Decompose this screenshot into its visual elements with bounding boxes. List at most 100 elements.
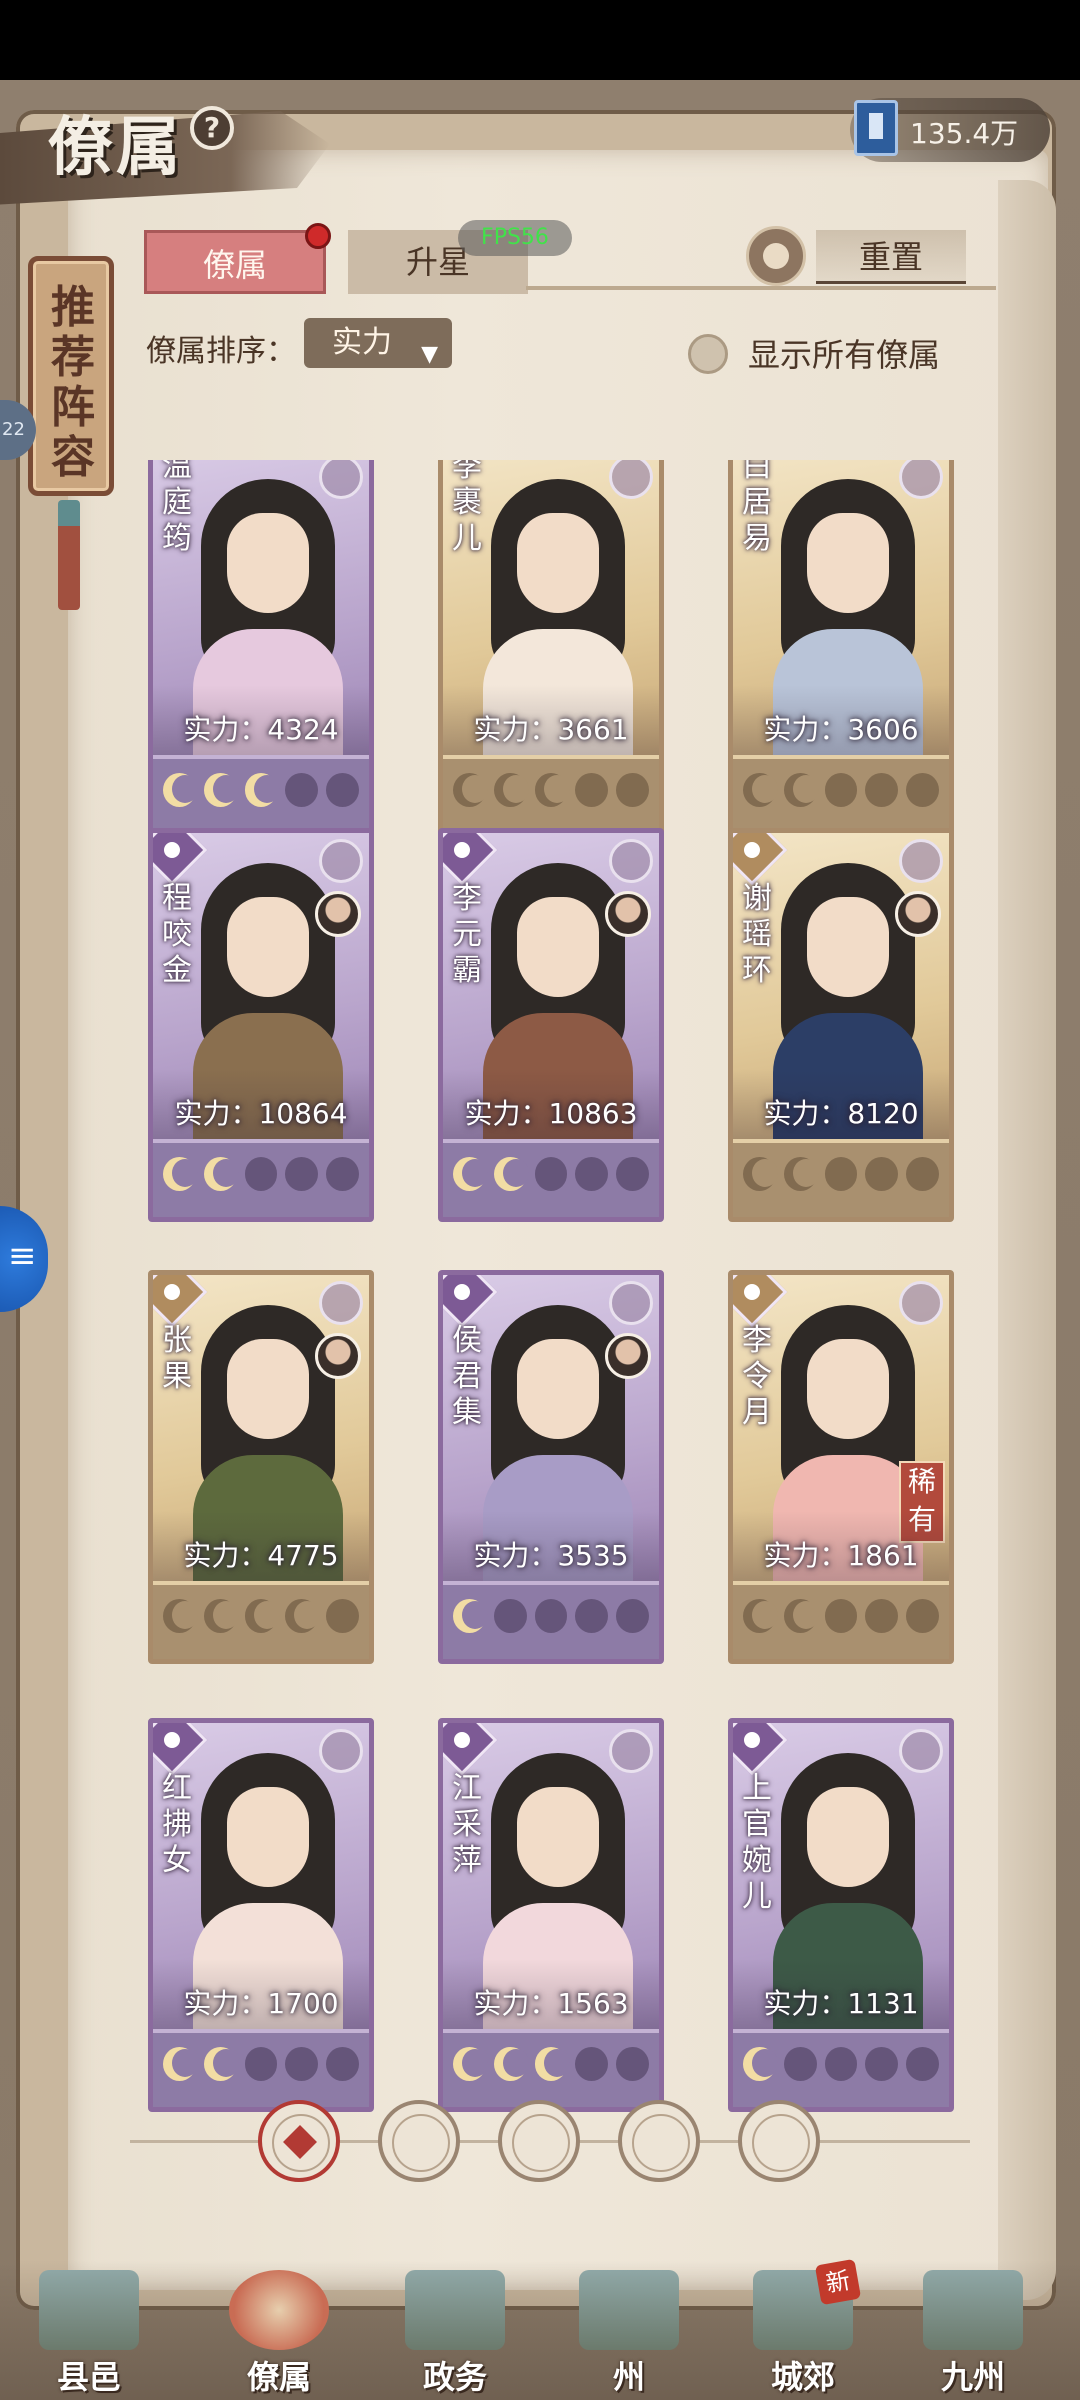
status-bar	[0, 0, 1080, 80]
book-icon	[854, 100, 898, 156]
moon-star-icon	[203, 1157, 239, 1191]
filter-all-button[interactable]	[258, 2100, 340, 2182]
tab-subordinates-label: 僚属	[202, 246, 267, 284]
card-name: 江采萍	[452, 1771, 482, 1878]
filter-type-1-button[interactable]	[378, 2100, 460, 2182]
subordinate-card[interactable]: 李裹儿 实力：3661	[438, 460, 664, 838]
subordinate-card[interactable]: 红拂女实力：1700	[148, 1718, 374, 2112]
nav-label: 九州	[940, 2358, 1005, 2396]
star-rating	[153, 759, 369, 833]
bond-avatar-icon	[605, 891, 651, 937]
filter-type-4-button[interactable]	[738, 2100, 820, 2182]
nav-item[interactable]: 县邑	[14, 2260, 164, 2400]
card-power: 实力：10863	[443, 1069, 659, 1139]
fps-counter: FPS56	[458, 220, 572, 256]
moon-star-icon	[453, 1157, 488, 1191]
subordinate-card[interactable]: 侯君集 实力：3535	[438, 1270, 664, 1664]
portrait-face	[227, 1787, 309, 1887]
sort-label: 僚属排序：	[146, 334, 296, 369]
moon-star-icon	[783, 2047, 817, 2081]
card-name: 李元霸	[452, 881, 482, 988]
nav-label: 政务	[422, 2358, 487, 2396]
help-icon[interactable]: ?	[190, 106, 234, 150]
star-rating	[153, 1585, 369, 1659]
card-power: 实力：3606	[733, 685, 949, 755]
bond-avatar-icon	[315, 891, 361, 937]
tab-star-up-label: 升星	[405, 243, 470, 281]
moon-star-icon	[865, 773, 899, 807]
nav-label: 城郊	[770, 2358, 835, 2396]
card-name: 红拂女	[162, 1771, 192, 1878]
nav-building-icon	[229, 2270, 329, 2350]
role-icon	[319, 839, 363, 883]
filter-type-3-button[interactable]	[618, 2100, 700, 2182]
moon-star-icon	[534, 2047, 570, 2081]
subordinate-card[interactable]: 上官婉儿 实力：1131	[728, 1718, 954, 2112]
star-rating	[443, 1585, 659, 1659]
subordinate-card[interactable]: 温庭筠 实力：4324	[148, 460, 374, 838]
card-portrait-art: 李元霸实力：10863	[443, 833, 659, 1139]
new-badge: 新	[814, 2258, 862, 2306]
subordinate-card[interactable]: 程咬金 实力：10864	[148, 828, 374, 1222]
moon-star-icon	[534, 1157, 568, 1191]
subordinate-card[interactable]: 李元霸实力：10863	[438, 828, 664, 1222]
sort-dropdown[interactable]: 实力 ▼	[304, 318, 452, 368]
moon-star-icon	[824, 2047, 858, 2081]
role-icon	[899, 1729, 943, 1773]
nav-building-icon	[39, 2270, 139, 2350]
role-icon	[609, 839, 653, 883]
moon-star-icon	[493, 1157, 529, 1191]
reset-button[interactable]: 重置	[746, 226, 966, 288]
type-filter-bar	[130, 2090, 970, 2190]
moon-star-icon	[743, 773, 778, 807]
moon-star-icon	[743, 1157, 778, 1191]
nav-building-icon	[579, 2270, 679, 2350]
moon-star-icon	[163, 773, 198, 807]
currency-display[interactable]: 135.4万	[850, 98, 1050, 162]
portrait-face	[517, 897, 599, 997]
star-rating	[733, 759, 949, 833]
moon-star-icon	[285, 2047, 319, 2081]
portrait-face	[807, 1787, 889, 1887]
star-rating	[733, 1143, 949, 1217]
nav-item[interactable]: 州	[554, 2260, 704, 2400]
subordinate-card[interactable]: 稀有李令月实力：1861	[728, 1270, 954, 1664]
subordinate-grid[interactable]: 温庭筠 实力：4324 李裹儿 实力：3661 白居易 实力：3606 程咬金 实力：1086…	[0, 460, 1080, 2160]
moon-star-icon	[575, 2047, 609, 2081]
moon-star-icon	[575, 1599, 609, 1633]
nav-item[interactable]: 政务	[380, 2260, 530, 2400]
card-name: 李令月	[742, 1323, 772, 1430]
card-portrait-art: 红拂女实力：1700	[153, 1723, 369, 2029]
card-power: 实力：1861	[733, 1511, 949, 1581]
subordinate-card[interactable]: 张果 实力：4775	[148, 1270, 374, 1664]
filter-type-2-button[interactable]	[498, 2100, 580, 2182]
nav-item[interactable]: 九州	[898, 2260, 1048, 2400]
recommend-lineup-label: 推荐阵容	[51, 282, 95, 483]
card-name: 温庭筠	[162, 460, 192, 556]
radio-icon[interactable]	[688, 334, 728, 374]
moon-star-icon	[575, 1157, 609, 1191]
currency-value: 135.4万	[910, 117, 1019, 150]
portrait-face	[227, 513, 309, 613]
card-power: 实力：8120	[733, 1069, 949, 1139]
moon-star-icon	[493, 1599, 527, 1633]
subordinate-card[interactable]: 江采萍 实力：1563	[438, 1718, 664, 2112]
moon-star-icon	[244, 2047, 278, 2081]
subordinate-card[interactable]: 白居易 实力：3606	[728, 460, 954, 838]
moon-star-icon	[163, 2047, 198, 2081]
nav-item[interactable]: 城郊 新	[728, 2258, 878, 2400]
moon-star-icon	[824, 1157, 858, 1191]
show-all-toggle[interactable]: 显示所有僚属	[688, 330, 1008, 374]
subordinate-card[interactable]: 谢瑶环 实力：8120	[728, 828, 954, 1222]
moon-star-icon	[743, 2047, 778, 2081]
tab-subordinates[interactable]: 僚属	[144, 223, 331, 294]
moon-star-icon	[616, 1157, 649, 1191]
nav-item[interactable]: 僚属	[204, 2260, 354, 2400]
moon-star-icon	[906, 773, 939, 807]
portrait-face	[807, 513, 889, 613]
moon-star-icon	[906, 2047, 939, 2081]
moon-star-icon	[493, 2047, 529, 2081]
card-power: 实力：1700	[153, 1959, 369, 2029]
role-icon	[899, 839, 943, 883]
portrait-face	[517, 1787, 599, 1887]
